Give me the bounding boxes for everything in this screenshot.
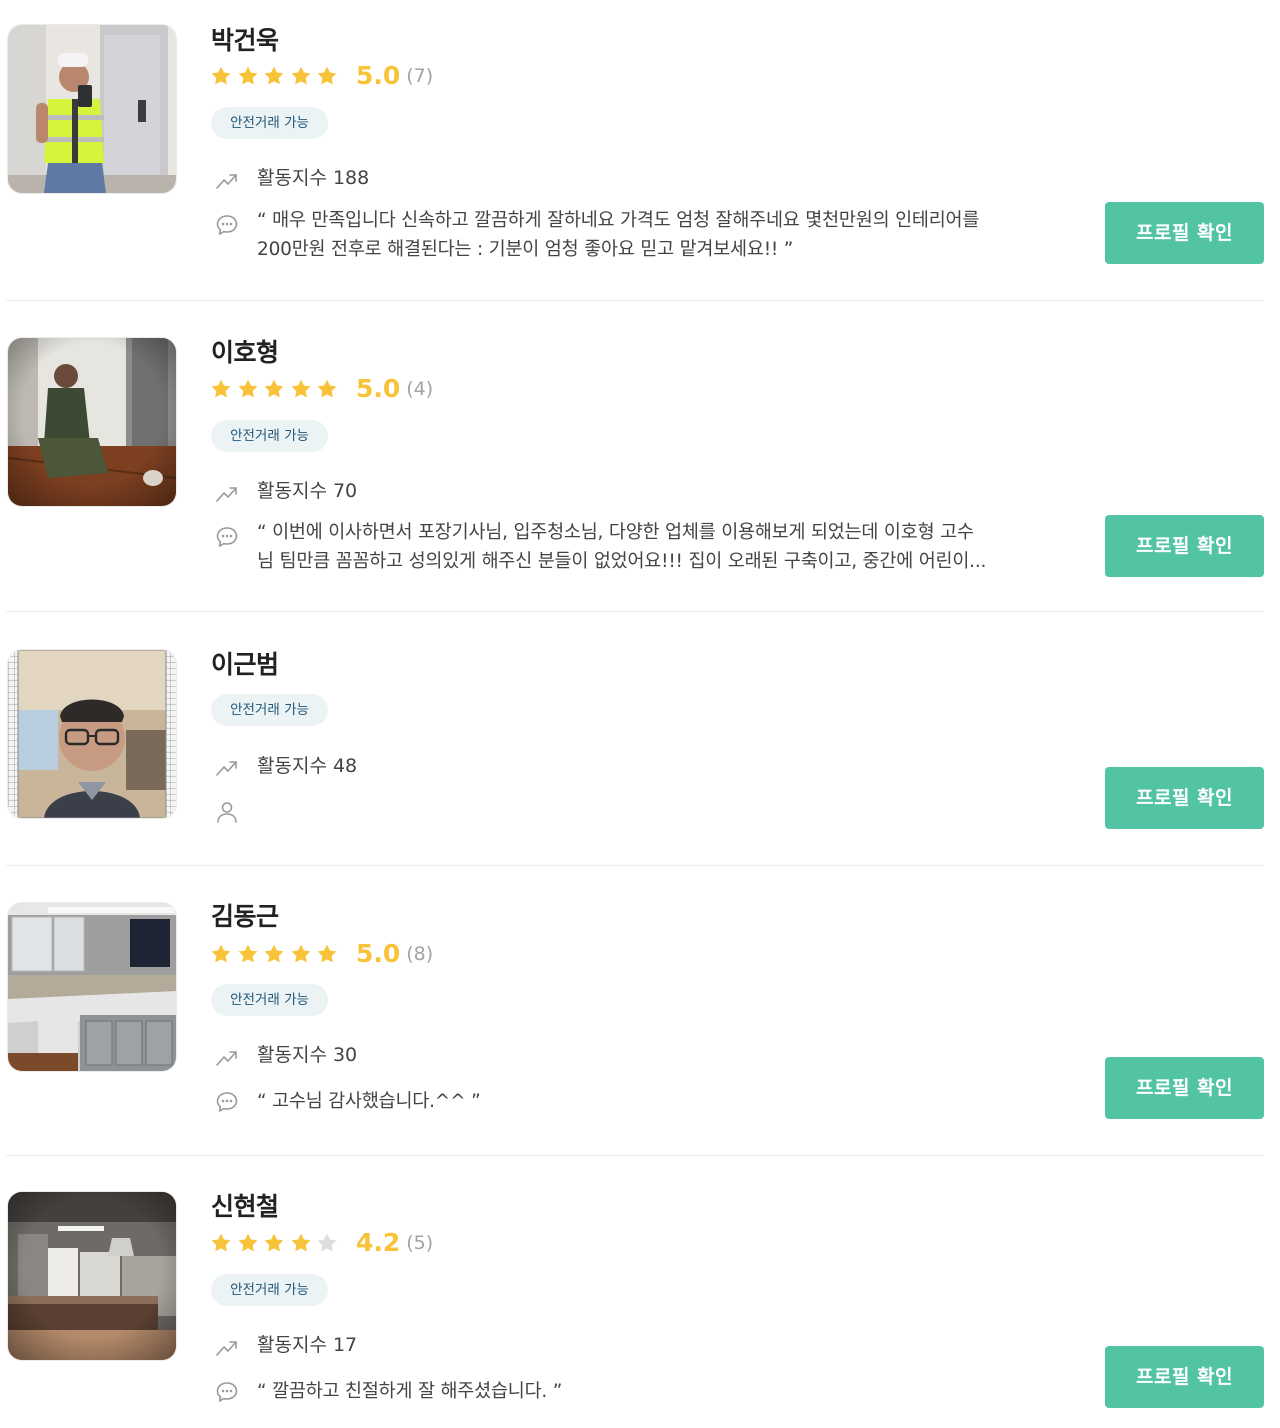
review-line: “ 이번에 이사하면서 포장기사님, 입주청소님, 다양한 업체를 이용해보게 …: [257, 522, 974, 543]
expert-photo[interactable]: [8, 650, 176, 818]
expert-photo[interactable]: [8, 338, 176, 506]
star-icon: [210, 378, 232, 400]
rating-score: 4.2: [355, 1228, 401, 1257]
activity-score: 활동지수 30: [257, 1044, 358, 1066]
expert-card: 이근범 안전거래 가능 활동지수 48 프로필 확인: [6, 623, 1264, 867]
expert-name[interactable]: 이근범: [211, 650, 279, 680]
star-icon: [316, 378, 338, 400]
card-divider: [6, 1155, 1264, 1156]
expert-card: 이호형 5.0 (4) 안전거래 가능 활동지수 70 “ 이번에 이사하면서 …: [6, 312, 1264, 614]
profile-photo-image: [8, 25, 176, 193]
review-count: (4): [406, 378, 434, 400]
review-count: (5): [406, 1232, 434, 1254]
safe-trade-badge: 안전거래 가능: [211, 694, 328, 726]
star-icon: [290, 378, 312, 400]
review-count: (8): [406, 943, 434, 965]
rating-score: 5.0: [355, 61, 401, 90]
expert-name[interactable]: 신현철: [211, 1192, 279, 1222]
profile-photo-image: [8, 903, 176, 1071]
star-icon: [237, 943, 259, 965]
rating: 5.0 (8): [210, 939, 433, 969]
card-divider: [6, 300, 1264, 301]
review-snippet: “ 이번에 이사하면서 포장기사님, 입주청소님, 다양한 업체를 이용해보게 …: [257, 518, 1057, 576]
star-icon: [237, 378, 259, 400]
star-icon: [316, 65, 338, 87]
expert-card: 박건욱 5.0 (7) 안전거래 가능 활동지수 188 “ 매우 만족입니다 …: [6, 0, 1264, 302]
expert-photo[interactable]: [8, 903, 176, 1071]
review-snippet: “ 깔끔하고 친절하게 잘 해주셨습니다. ”: [257, 1377, 1057, 1406]
star-icon: [290, 1232, 312, 1254]
star-icon: [316, 1232, 338, 1254]
expert-photo[interactable]: [8, 25, 176, 193]
star-icon: [237, 1232, 259, 1254]
rating: 4.2 (5): [210, 1228, 433, 1258]
rating-score: 5.0: [355, 374, 401, 403]
rating: 5.0 (4): [210, 374, 433, 404]
review-line: 님 팀만큼 꼼꼼하고 성의있게 해주신 분들이 없었어요!!! 집이 오래된 구…: [257, 551, 987, 572]
rating-score: 5.0: [355, 939, 401, 968]
trending-up-icon: [214, 480, 240, 506]
review-snippet: “ 고수님 감사했습니다.^^ ”: [257, 1087, 1057, 1116]
person-icon: [214, 799, 240, 825]
view-profile-button[interactable]: 프로필 확인: [1105, 1346, 1264, 1408]
activity-score: 활동지수 188: [257, 167, 370, 189]
star-icon: [263, 943, 285, 965]
star-rating: [210, 1232, 343, 1254]
profile-photo-image: [8, 650, 176, 818]
star-icon: [316, 943, 338, 965]
star-icon: [263, 65, 285, 87]
rating: 5.0 (7): [210, 61, 433, 91]
safe-trade-badge: 안전거래 가능: [211, 107, 328, 139]
safe-trade-badge: 안전거래 가능: [211, 1274, 328, 1306]
view-profile-button[interactable]: 프로필 확인: [1105, 515, 1264, 577]
expert-card: 신현철 4.2 (5) 안전거래 가능 활동지수 17 “ 깔끔하고 친절하게 …: [6, 1167, 1264, 1428]
safe-trade-badge: 안전거래 가능: [211, 984, 328, 1016]
trending-up-icon: [214, 167, 240, 193]
speech-bubble-icon: [214, 212, 240, 238]
card-divider: [6, 865, 1264, 866]
review-snippet: “ 매우 만족입니다 신속하고 깔끔하게 잘하네요 가격도 엄청 잘해주네요 몇…: [257, 206, 1057, 264]
expert-photo[interactable]: [8, 1192, 176, 1360]
activity-score: 활동지수 17: [257, 1334, 358, 1356]
star-rating: [210, 943, 343, 965]
activity-score: 활동지수 70: [257, 480, 358, 502]
expert-name[interactable]: 박건욱: [211, 26, 279, 56]
review-line: “ 매우 만족입니다 신속하고 깔끔하게 잘하네요 가격도 엄청 잘해주네요 몇…: [257, 210, 980, 231]
activity-score: 활동지수 48: [257, 755, 358, 777]
expert-card: 김동근 5.0 (8) 안전거래 가능 활동지수 30 “ 고수님 감사했습니다…: [6, 877, 1264, 1157]
safe-trade-badge: 안전거래 가능: [211, 420, 328, 452]
card-divider: [6, 611, 1264, 612]
profile-photo-image: [8, 1192, 176, 1360]
review-line: “ 깔끔하고 친절하게 잘 해주셨습니다. ”: [257, 1381, 563, 1402]
star-rating: [210, 378, 343, 400]
expert-name[interactable]: 김동근: [211, 902, 279, 932]
star-icon: [263, 1232, 285, 1254]
star-icon: [210, 65, 232, 87]
review-line: “ 고수님 감사했습니다.^^ ”: [257, 1091, 481, 1112]
view-profile-button[interactable]: 프로필 확인: [1105, 202, 1264, 264]
star-icon: [210, 943, 232, 965]
expert-name[interactable]: 이호형: [211, 338, 279, 368]
star-icon: [263, 378, 285, 400]
star-rating: [210, 65, 343, 87]
review-count: (7): [406, 65, 434, 87]
speech-bubble-icon: [214, 1089, 240, 1115]
profile-photo-image: [8, 338, 176, 506]
star-icon: [210, 1232, 232, 1254]
trending-up-icon: [214, 754, 240, 780]
star-icon: [290, 65, 312, 87]
speech-bubble-icon: [214, 1379, 240, 1405]
view-profile-button[interactable]: 프로필 확인: [1105, 1057, 1264, 1119]
trending-up-icon: [214, 1044, 240, 1070]
review-line: 200만원 전후로 해결된다는 : 기분이 엄청 좋아요 믿고 맡겨보세요!! …: [257, 239, 794, 260]
star-icon: [237, 65, 259, 87]
star-icon: [290, 943, 312, 965]
trending-up-icon: [214, 1334, 240, 1360]
speech-bubble-icon: [214, 524, 240, 550]
view-profile-button[interactable]: 프로필 확인: [1105, 767, 1264, 829]
